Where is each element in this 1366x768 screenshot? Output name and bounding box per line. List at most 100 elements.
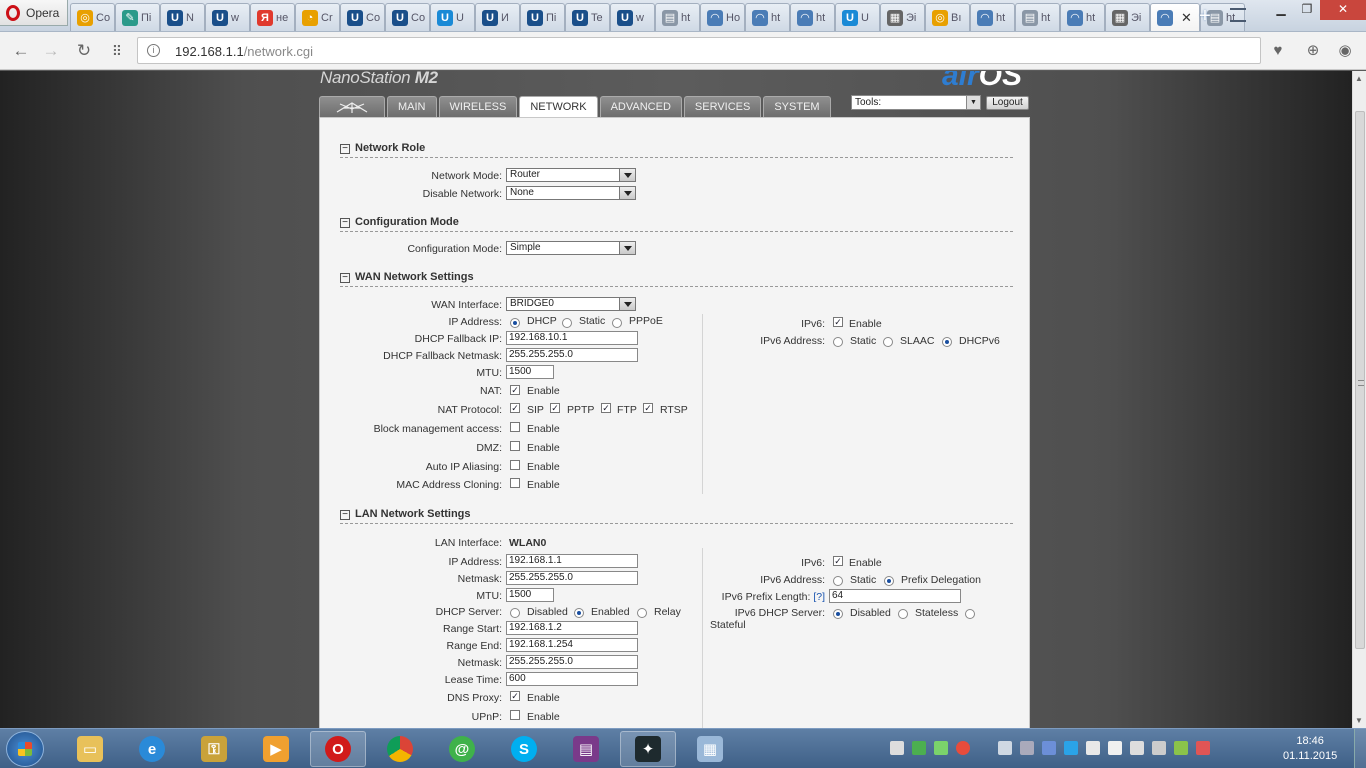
dhcp-fallback-netmask-input[interactable]: 255.255.255.0: [506, 348, 638, 362]
scroll-up-icon[interactable]: ▲: [1355, 74, 1363, 83]
configuration-mode-select[interactable]: Simple: [506, 241, 636, 255]
new-tab-button[interactable]: +: [1193, 6, 1217, 28]
browser-tab[interactable]: ◔ Cr: [295, 3, 340, 31]
dhcp-netmask-input[interactable]: 255.255.255.0: [506, 655, 638, 669]
start-button[interactable]: [6, 731, 44, 767]
browser-tab[interactable]: ◠ Ho: [700, 3, 745, 31]
scroll-thumb[interactable]: [1355, 111, 1365, 649]
bluetooth-icon[interactable]: [1064, 741, 1078, 755]
range-start-input[interactable]: 192.168.1.2: [506, 621, 638, 635]
section-configuration-mode[interactable]: − Configuration Mode: [340, 216, 1013, 232]
reload-icon[interactable]: ↻: [73, 40, 95, 62]
network-mode-select[interactable]: Router: [506, 168, 636, 182]
ubiquiti-taskbar-icon[interactable]: ✦: [620, 731, 676, 767]
browser-tab[interactable]: ◎ Co: [70, 3, 115, 31]
browser-tab[interactable]: U Co: [340, 3, 385, 31]
browser-tab[interactable]: U Te: [565, 3, 610, 31]
explorer-taskbar-icon[interactable]: ▭: [62, 731, 118, 767]
browser-tab[interactable]: ◠ ht: [790, 3, 835, 31]
lan-ipv6-static-radio[interactable]: [833, 576, 843, 586]
collapse-icon[interactable]: −: [340, 144, 350, 154]
speed-dial-icon[interactable]: ⠿: [106, 40, 128, 62]
mail-agent-taskbar-icon[interactable]: @: [434, 731, 490, 767]
wan-ip-dhcp-radio[interactable]: [510, 318, 520, 328]
collapse-icon[interactable]: −: [340, 218, 350, 228]
network-icon[interactable]: [1042, 741, 1056, 755]
nat-ftp-checkbox[interactable]: ✓: [601, 403, 611, 413]
restore-icon[interactable]: ❐: [1294, 0, 1320, 20]
chrome-taskbar-icon[interactable]: [372, 731, 428, 767]
tab-advanced[interactable]: ADVANCED: [599, 96, 682, 117]
browser-tab[interactable]: U Co: [385, 3, 430, 31]
lan-ipv6-prefix-delegation-radio[interactable]: [884, 576, 894, 586]
ipv6-dhcp-stateful-radio[interactable]: [965, 609, 975, 619]
upnp-checkbox[interactable]: [510, 710, 520, 720]
site-info-icon[interactable]: i: [147, 44, 160, 57]
control-panel-taskbar-icon[interactable]: ▦: [682, 731, 738, 767]
mac-cloning-checkbox[interactable]: [510, 478, 520, 488]
section-lan-network-settings[interactable]: − LAN Network Settings: [340, 508, 1013, 524]
back-icon[interactable]: ←: [10, 40, 32, 62]
speaker-muted-icon[interactable]: [1196, 741, 1210, 755]
ipv6-dhcp-disabled-radio[interactable]: [833, 609, 843, 619]
browser-tab[interactable]: ▦ Эі: [1105, 3, 1150, 31]
browser-tab[interactable]: UU: [835, 3, 880, 31]
security-status-icon[interactable]: [912, 741, 926, 755]
page-scrollbar[interactable]: ▲ ▼: [1352, 71, 1366, 728]
notification-icon[interactable]: [956, 741, 970, 755]
wan-ip-pppoe-radio[interactable]: [612, 318, 622, 328]
heart-icon[interactable]: ♥: [1267, 40, 1289, 62]
browser-tab[interactable]: ▦ Эі: [880, 3, 925, 31]
browser-tab[interactable]: ◠ ht: [1060, 3, 1105, 31]
browser-tab[interactable]: UИ: [475, 3, 520, 31]
browser-tab[interactable]: ▤ ht: [1015, 3, 1060, 31]
wan-ipv6-checkbox[interactable]: ✓: [833, 317, 843, 327]
security-taskbar-icon[interactable]: ⚿: [186, 731, 242, 767]
range-end-input[interactable]: 192.168.1.254: [506, 638, 638, 652]
auto-ip-aliasing-checkbox[interactable]: [510, 460, 520, 470]
wan-ipv6-slaac-radio[interactable]: [883, 337, 893, 347]
tab-main[interactable]: MAIN: [387, 96, 437, 117]
tab-network[interactable]: NETWORK: [519, 96, 598, 118]
wan-ipv6-static-radio[interactable]: [833, 337, 843, 347]
tab-services[interactable]: SERVICES: [683, 96, 762, 117]
lan-ipv6-checkbox[interactable]: ✓: [833, 556, 843, 566]
clipboard-icon[interactable]: [1108, 741, 1122, 755]
forward-icon[interactable]: →: [40, 40, 62, 62]
opera-menu-button[interactable]: Opera: [0, 0, 68, 26]
lan-netmask-input[interactable]: 255.255.255.0: [506, 571, 638, 585]
dns-proxy-checkbox[interactable]: ✓: [510, 691, 520, 701]
nat-pptp-checkbox[interactable]: ✓: [550, 403, 560, 413]
lan-ip-address-input[interactable]: 192.168.1.1: [506, 554, 638, 568]
winrar-taskbar-icon[interactable]: ▤: [558, 731, 614, 767]
monitor-icon[interactable]: [998, 741, 1012, 755]
wan-mtu-input[interactable]: 1500: [506, 365, 554, 379]
section-wan-network-settings[interactable]: − WAN Network Settings: [340, 271, 1013, 287]
close-tab-icon[interactable]: ✕: [1181, 10, 1192, 26]
browser-tab[interactable]: ◎ Bı: [925, 3, 970, 31]
browser-tab[interactable]: ◠ ht: [745, 3, 790, 31]
settings-icon[interactable]: [1020, 741, 1034, 755]
close-window-icon[interactable]: ✕: [1320, 0, 1366, 20]
volume-icon[interactable]: [1152, 741, 1166, 755]
dhcp-disabled-radio[interactable]: [510, 608, 520, 618]
dhcp-enabled-radio[interactable]: [574, 608, 584, 618]
browser-tab[interactable]: Яне: [250, 3, 295, 31]
block-management-checkbox[interactable]: [510, 422, 520, 432]
media-player-taskbar-icon[interactable]: ▶: [248, 731, 304, 767]
tools-select[interactable]: Tools: ▼: [851, 95, 981, 110]
browser-tab[interactable]: Uw: [610, 3, 655, 31]
wan-ipv6-dhcpv6-radio[interactable]: [942, 337, 952, 347]
wan-interface-select[interactable]: BRIDGE0: [506, 297, 636, 311]
wan-ip-static-radio[interactable]: [562, 318, 572, 328]
help-link[interactable]: [?]: [813, 591, 825, 603]
tab-system[interactable]: SYSTEM: [763, 96, 831, 117]
nat-rtsp-checkbox[interactable]: ✓: [643, 403, 653, 413]
lan-mtu-input[interactable]: 1500: [506, 588, 554, 602]
windows-flag-icon[interactable]: [890, 741, 904, 755]
taskbar-clock[interactable]: 18:46 01.11.2015: [1283, 734, 1337, 764]
opera-taskbar-icon[interactable]: O: [310, 731, 366, 767]
browser-tab[interactable]: ◠ ht: [970, 3, 1015, 31]
browser-tab[interactable]: ▤ ht: [655, 3, 700, 31]
section-network-role[interactable]: − Network Role: [340, 142, 1013, 158]
